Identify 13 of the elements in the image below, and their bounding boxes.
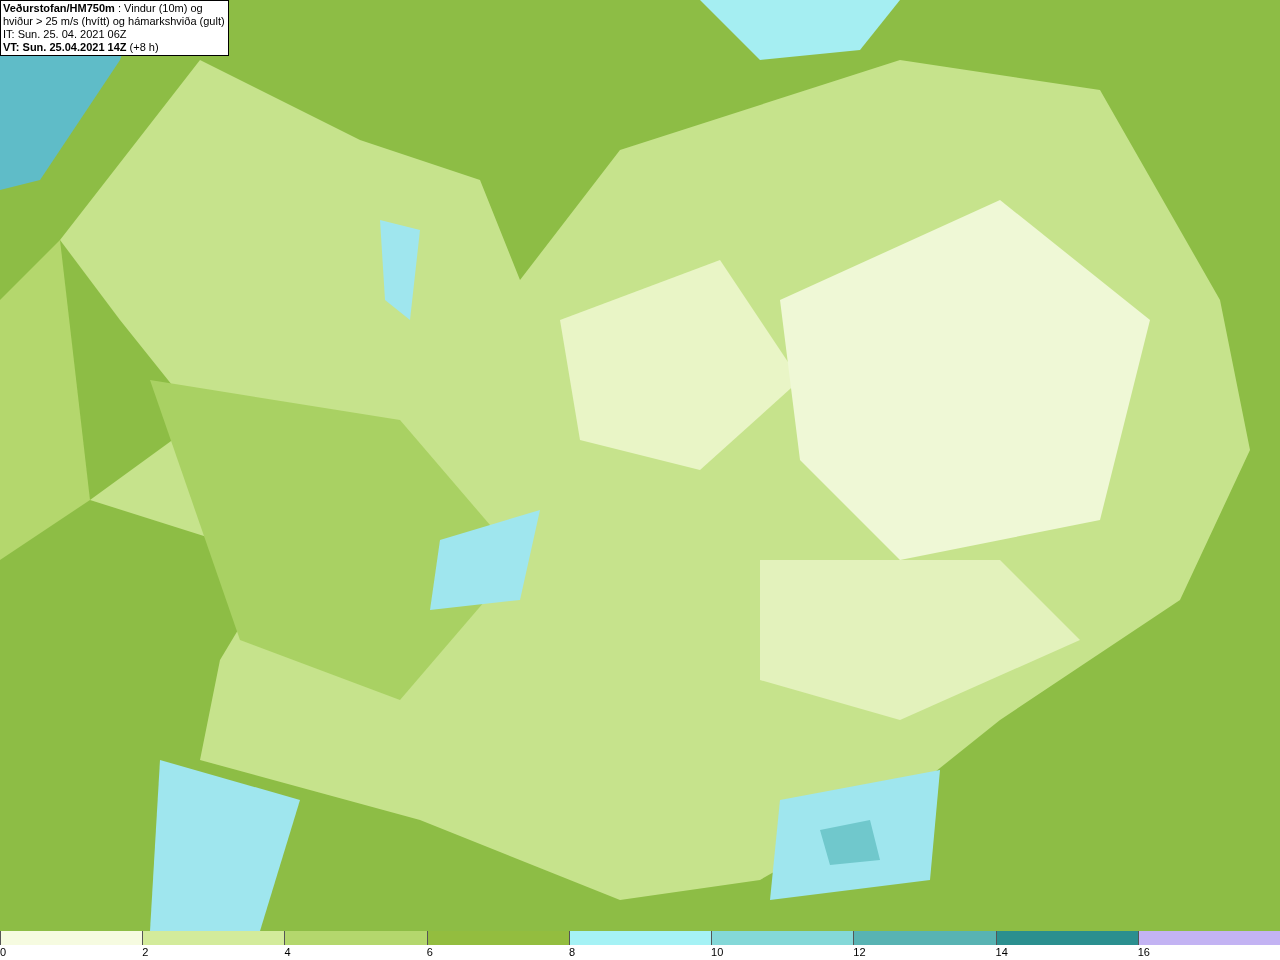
legend-tick-label: 16 bbox=[1137, 945, 1150, 959]
info-text: hviður > 25 m/s (hvítt) og hámarkshviða (gult) bbox=[3, 15, 225, 28]
legend-tick-label: 12 bbox=[853, 945, 866, 959]
legend-tick-label: 10 bbox=[711, 945, 724, 959]
legend-tick-label: 6 bbox=[426, 945, 433, 959]
info-text: VT: Sun. 25.04.2021 14Z (+8 h) bbox=[3, 41, 160, 54]
legend-tick-label: 14 bbox=[995, 945, 1008, 959]
info-text: IT: Sun. 25. 04. 2021 06Z bbox=[3, 28, 128, 41]
info-text: Veðurstofan/HM750m : Vindur (10m) og bbox=[3, 2, 204, 15]
legend-tick-label: 8 bbox=[568, 945, 575, 959]
legend-tick-label: 0 bbox=[0, 945, 7, 959]
legend-tick-label: 4 bbox=[284, 945, 291, 959]
legend-tick-label: 2 bbox=[142, 945, 149, 959]
